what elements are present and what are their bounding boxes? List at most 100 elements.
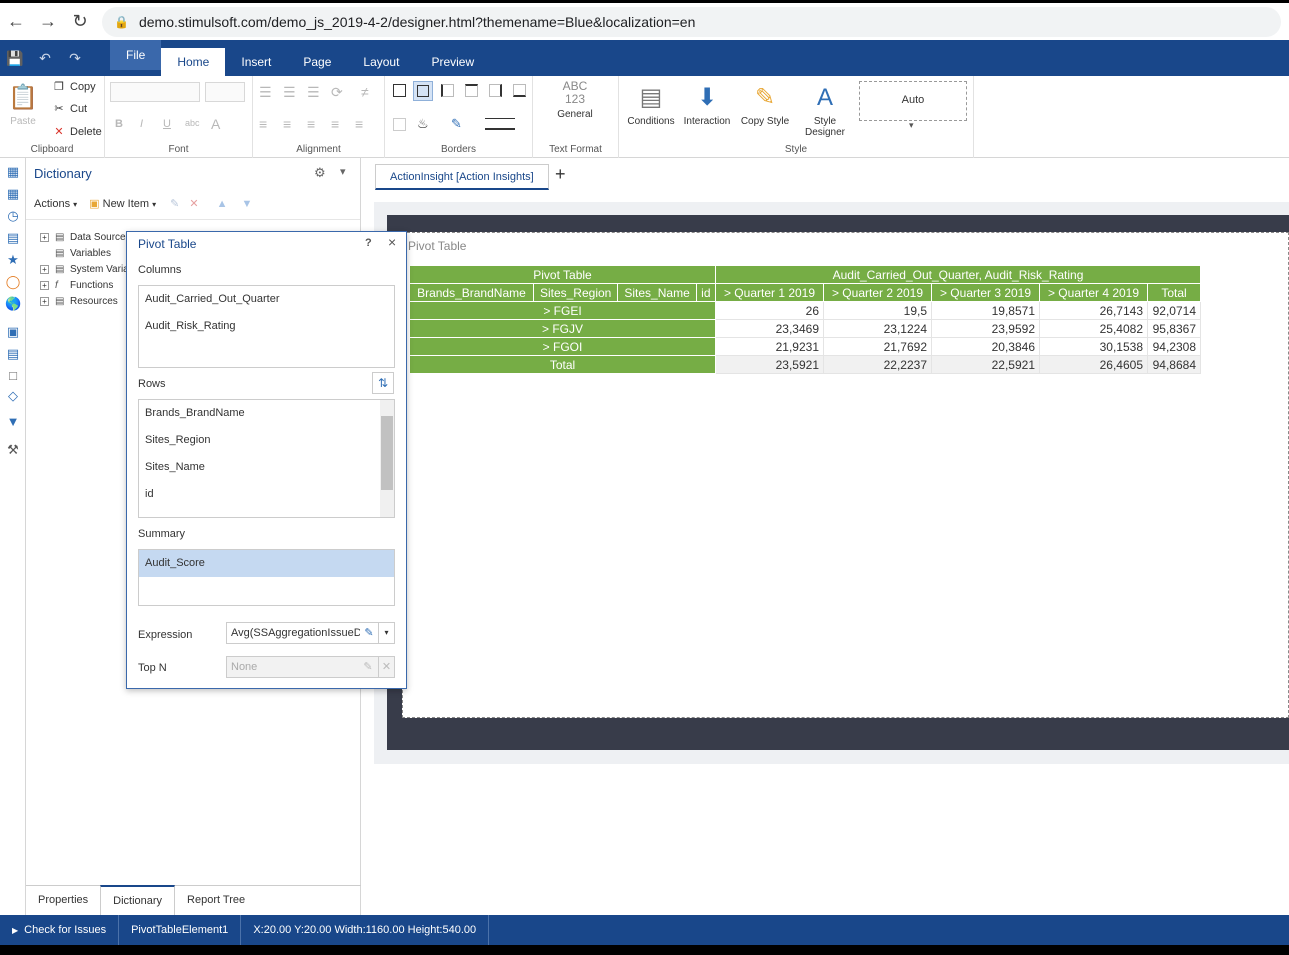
align-left-icon[interactable]: ≡	[259, 116, 267, 132]
tab-preview[interactable]: Preview	[415, 48, 490, 76]
column-header[interactable]: > Quarter 4 2019	[1039, 283, 1148, 302]
strikeout-icon[interactable]: abc	[185, 118, 200, 128]
tree-resources[interactable]: + ▤ Resources	[40, 296, 118, 307]
row-label[interactable]: > FGOI	[409, 337, 716, 356]
border-color-icon[interactable]: ✎	[451, 116, 462, 132]
cut-button[interactable]: ✂ Cut	[52, 102, 87, 116]
row-label[interactable]: > FGEI	[409, 301, 716, 320]
list-item[interactable]: Sites_Region	[139, 427, 394, 454]
pivot-table-element[interactable]: Pivot Table Pivot Table Audit_Carried_Ou…	[402, 232, 1289, 718]
move-up-icon[interactable]: ▲	[217, 198, 228, 210]
clear-topn-icon[interactable]: ✕	[378, 657, 394, 677]
expression-dropdown-icon[interactable]: ▾	[378, 623, 394, 643]
pin-icon[interactable]: ▾	[340, 165, 346, 178]
row-label[interactable]: > FGJV	[409, 319, 716, 338]
interaction-button[interactable]: ⬇ Interaction	[681, 80, 733, 127]
map-icon[interactable]: 🌎	[5, 296, 21, 312]
check-for-issues-button[interactable]: ▶ Check for Issues	[0, 915, 120, 945]
copy-button[interactable]: ❐ Copy	[52, 80, 96, 94]
remove-icon[interactable]: ✕	[189, 197, 198, 210]
tab-file[interactable]: File	[110, 40, 162, 70]
column-header[interactable]: > Quarter 2 2019	[823, 283, 932, 302]
fill-color-icon[interactable]: ♨	[417, 116, 429, 132]
topn-field[interactable]: None ✎ ✕	[226, 656, 395, 678]
delete-button[interactable]: ✕ Delete	[52, 125, 101, 139]
style-dropdown-icon[interactable]: ▾	[909, 120, 914, 131]
address-bar[interactable]: 🔒 demo.stimulsoft.com/demo_js_2019-4-2/d…	[102, 6, 1281, 37]
border-all-icon[interactable]	[393, 84, 406, 97]
redo-icon[interactable]: ↷	[60, 40, 90, 76]
list-item[interactable]: id	[139, 481, 394, 508]
gauge-icon[interactable]: ◷	[5, 208, 21, 224]
column-header[interactable]: Total	[1147, 283, 1201, 302]
filter-icon[interactable]: ▼	[5, 414, 21, 430]
move-down-icon[interactable]: ▼	[242, 198, 253, 210]
back-icon[interactable]: ←	[0, 6, 32, 38]
add-tab-icon[interactable]: +	[555, 164, 566, 185]
tab-home[interactable]: Home	[161, 48, 226, 76]
columns-list[interactable]: Audit_Carried_Out_Quarter Audit_Risk_Rat…	[138, 285, 395, 368]
forward-icon[interactable]: →	[32, 6, 64, 38]
actions-button[interactable]: Actions ▾	[34, 198, 77, 210]
new-item-button[interactable]: ▣ New Item ▾	[89, 197, 156, 210]
border-sides-icon[interactable]	[393, 118, 406, 131]
list-item[interactable]: Audit_Score	[139, 550, 394, 577]
list-item[interactable]: Sites_Name	[139, 454, 394, 481]
italic-icon[interactable]: I	[140, 118, 143, 130]
style-auto-box[interactable]: Auto	[859, 81, 967, 121]
text-format-button[interactable]: ABC 123 General	[547, 80, 603, 121]
list-item[interactable]: Audit_Risk_Rating	[139, 313, 394, 340]
close-icon[interactable]: ×	[388, 234, 396, 250]
row-header[interactable]: Sites_Region	[532, 283, 619, 302]
rows-list[interactable]: Brands_BrandName Sites_Region Sites_Name…	[138, 399, 395, 518]
border-top-icon[interactable]	[465, 84, 478, 97]
scrollbar-thumb[interactable]	[381, 416, 393, 490]
panel-icon[interactable]: □	[5, 368, 21, 384]
chart-icon[interactable]: ▦	[5, 186, 21, 202]
justify-icon[interactable]: ≡	[331, 116, 339, 132]
tools-icon[interactable]: ⚒	[5, 442, 21, 458]
swap-icon[interactable]: ⇅	[372, 372, 394, 394]
line-spacing-icon[interactable]: ≡	[355, 116, 363, 132]
progress-icon[interactable]: ◯	[5, 274, 21, 290]
border-none-button[interactable]	[413, 81, 433, 101]
tree-data-sources[interactable]: + ▤ Data Sources	[40, 232, 131, 243]
font-color-icon[interactable]: A	[211, 116, 220, 132]
help-icon[interactable]: ?	[365, 237, 372, 249]
align-bottom-icon[interactable]: ☰	[307, 84, 320, 101]
wrap-icon[interactable]: ≠	[361, 84, 369, 100]
table-icon[interactable]: ▦	[5, 164, 21, 180]
edit-expression-icon[interactable]: ✎	[360, 623, 378, 643]
align-center-icon[interactable]: ≡	[283, 116, 291, 132]
reload-icon[interactable]: ↻	[64, 6, 96, 38]
underline-icon[interactable]: U	[163, 118, 171, 130]
list-item[interactable]: Audit_Carried_Out_Quarter	[139, 286, 394, 313]
row-header[interactable]: Sites_Name	[617, 283, 697, 302]
tab-layout[interactable]: Layout	[347, 48, 415, 76]
column-header[interactable]: > Quarter 3 2019	[931, 283, 1040, 302]
tab-dictionary[interactable]: Dictionary	[100, 885, 176, 915]
align-right-icon[interactable]: ≡	[307, 116, 315, 132]
settings-icon[interactable]: ⚙	[314, 165, 326, 181]
style-designer-button[interactable]: A Style Designer	[799, 80, 851, 138]
row-header[interactable]: Brands_BrandName	[409, 283, 534, 302]
tab-page[interactable]: Page	[287, 48, 347, 76]
undo-icon[interactable]: ↶	[30, 40, 60, 76]
text-icon[interactable]: ▤	[5, 346, 21, 362]
tree-functions[interactable]: + f Functions	[40, 280, 113, 291]
align-top-icon[interactable]: ☰	[259, 84, 272, 101]
shape-icon[interactable]: ◇	[5, 388, 21, 404]
expression-field[interactable]: Avg(SSAggregationIssueDS ✎ ▾	[226, 622, 395, 644]
border-bottom-icon[interactable]	[513, 84, 526, 97]
border-right-icon[interactable]	[489, 84, 502, 97]
pivot-icon[interactable]: ▤	[5, 230, 21, 246]
tab-insert[interactable]: Insert	[225, 48, 287, 76]
rotate-icon[interactable]: ⟳	[331, 84, 343, 101]
tree-system-variables[interactable]: + ▤ System Varia	[40, 264, 129, 275]
tab-properties[interactable]: Properties	[26, 886, 100, 914]
conditions-button[interactable]: ▤ Conditions	[623, 80, 679, 127]
column-header[interactable]: > Quarter 1 2019	[715, 283, 824, 302]
paste-button[interactable]: 📋 Paste	[6, 80, 40, 127]
tab-report-tree[interactable]: Report Tree	[175, 886, 257, 914]
border-left-icon[interactable]	[441, 84, 454, 97]
